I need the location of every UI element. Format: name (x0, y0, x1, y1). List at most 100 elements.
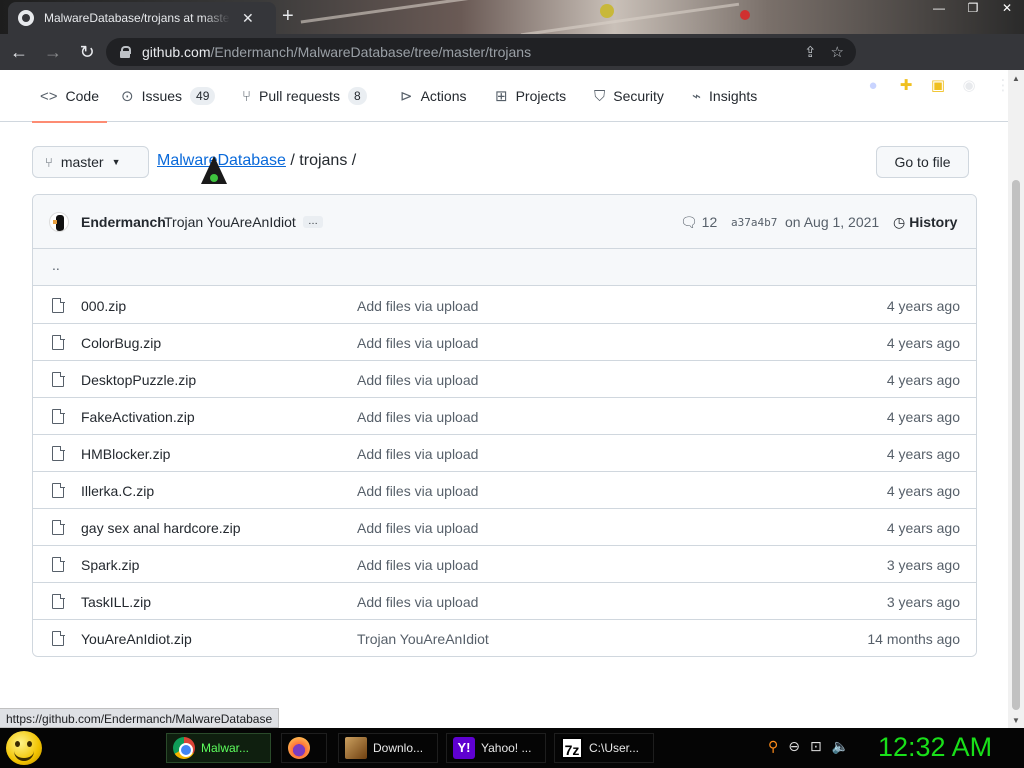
volume-tray-icon[interactable]: 🔈 (832, 738, 849, 755)
commit-sha[interactable]: a37a4b7 (731, 216, 777, 229)
file-commit-message[interactable]: Add files via upload (357, 298, 478, 314)
close-window-button[interactable]: ✕ (990, 0, 1024, 18)
file-commit-message[interactable]: Add files via upload (357, 557, 478, 573)
url-path: /Endermanch/MalwareDatabase/tree/master/… (210, 44, 532, 60)
file-name-link[interactable]: HMBlocker.zip (81, 446, 170, 462)
minimize-button[interactable]: — (922, 0, 956, 18)
taskbar-clock[interactable]: 12:32 AM (878, 732, 992, 763)
commit-author[interactable]: Endermanch (81, 214, 166, 230)
file-icon (52, 482, 65, 498)
pull-request-icon: ⑂ (242, 87, 252, 105)
forward-arrow-icon[interactable]: → (38, 37, 68, 67)
code-icon: <> (40, 87, 58, 105)
tab-title: MalwareDatabase/trojans at master (44, 11, 230, 25)
table-row[interactable]: Spark.zip Add files via upload 3 years ago (33, 546, 976, 583)
parent-directory-link[interactable]: .. (52, 257, 60, 273)
mouse-cursor-dot (210, 174, 218, 182)
file-name-link[interactable]: gay sex anal hardcore.zip (81, 520, 241, 536)
table-row[interactable]: FakeActivation.zip Add files via upload 4 … (33, 398, 976, 435)
taskbar-item-yahoo[interactable]: Y! Yahoo! ... (446, 733, 546, 763)
file-commit-message[interactable]: Trojan YouAreAnIdiot (357, 631, 489, 647)
table-row[interactable]: HMBlocker.zip Add files via upload 4 years… (33, 435, 976, 472)
tab-pull-requests[interactable]: ⑂ Pull requests 8 (242, 70, 367, 122)
scroll-thumb[interactable] (1012, 180, 1020, 710)
pulls-counter: 8 (347, 87, 367, 105)
file-name-link[interactable]: DesktopPuzzle.zip (81, 372, 196, 388)
comment-count: 12 (701, 214, 718, 230)
file-name-link[interactable]: Illerka.C.zip (81, 483, 154, 499)
bookmark-star-icon[interactable]: ☆ (831, 43, 844, 61)
network-tray-icon[interactable]: ⊡ (810, 738, 822, 755)
file-icon (52, 297, 65, 313)
avatar[interactable] (49, 212, 69, 232)
commit-message[interactable]: Trojan YouAreAnIdiot (164, 214, 296, 230)
chrome-icon (173, 737, 195, 759)
tab-projects[interactable]: ⊞ Projects (495, 70, 566, 122)
taskbar-item-downloads[interactable]: Downlo... (338, 733, 438, 763)
expand-commit-button[interactable]: … (303, 216, 323, 228)
file-name-link[interactable]: FakeActivation.zip (81, 409, 195, 425)
branch-selector[interactable]: ⑂ master ▼ (32, 146, 149, 178)
history-link[interactable]: ◷ History (893, 214, 957, 231)
table-row[interactable]: Illerka.C.zip Add files via upload 4 years… (33, 472, 976, 509)
file-age: 3 years ago (886, 557, 960, 573)
commit-comments[interactable]: 🗨 12 (680, 214, 717, 231)
restore-button[interactable]: ❐ (956, 0, 990, 18)
file-icon (52, 630, 65, 646)
table-row[interactable]: YouAreAnIdiot.zip Trojan YouAreAnIdiot 14 … (33, 620, 976, 656)
file-commit-message[interactable]: Add files via upload (357, 446, 478, 462)
repo-nav: <> Code ⊙ Issues 49 ⑂ Pull requests 8 ⊳ … (0, 70, 1008, 123)
file-name-link[interactable]: Spark.zip (81, 557, 139, 573)
tab-insights[interactable]: ⌁ Insights (692, 70, 757, 122)
breadcrumb-separator: / (347, 152, 357, 169)
scroll-up-arrow-icon[interactable]: ▲ (1012, 74, 1020, 83)
parent-directory-row[interactable]: .. (33, 249, 976, 286)
file-commit-message[interactable]: Add files via upload (357, 409, 478, 425)
tab-issues[interactable]: ⊙ Issues 49 (121, 70, 216, 122)
taskbar-item-firefox[interactable] (281, 733, 327, 763)
file-name-link[interactable]: YouAreAnIdiot.zip (81, 631, 192, 647)
page-scrollbar[interactable]: ▲ ▼ (1008, 70, 1024, 728)
tab-close-icon[interactable]: ✕ (242, 10, 254, 27)
new-tab-button[interactable]: + (282, 6, 294, 26)
browser-tab-active[interactable]: MalwareDatabase/trojans at master ✕ (8, 2, 276, 34)
file-commit-message[interactable]: Add files via upload (357, 335, 478, 351)
table-row[interactable]: ColorBug.zip Add files via upload 4 years … (33, 324, 976, 361)
search-tray-icon[interactable]: ⚲ (768, 738, 778, 755)
file-name-link[interactable]: 000.zip (81, 298, 126, 314)
omnibox-actions: ⇪ ☆ (804, 43, 844, 61)
back-arrow-icon[interactable]: ← (4, 37, 34, 67)
table-row[interactable]: TaskILL.zip Add files via upload 3 years a… (33, 583, 976, 620)
reload-icon[interactable]: ↻ (72, 37, 102, 67)
go-to-file-button[interactable]: Go to file (876, 146, 969, 178)
file-icon (52, 408, 65, 424)
tab-code[interactable]: <> Code (32, 70, 107, 123)
start-smiley-icon[interactable] (6, 731, 42, 765)
wallpaper-spot (600, 4, 614, 18)
file-commit-message[interactable]: Add files via upload (357, 594, 478, 610)
file-commit-message[interactable]: Add files via upload (357, 483, 478, 499)
table-row[interactable]: 000.zip Add files via upload 4 years ago (33, 287, 976, 324)
table-row[interactable]: gay sex anal hardcore.zip Add files via u… (33, 509, 976, 546)
file-icon (52, 556, 65, 572)
lock-icon[interactable] (120, 46, 131, 58)
graph-icon: ⌁ (692, 88, 702, 105)
breadcrumb-folder: trojans (299, 152, 348, 169)
file-commit-message[interactable]: Add files via upload (357, 372, 478, 388)
tab-security[interactable]: ⛉ Security (594, 70, 664, 122)
tab-label: Issues (141, 88, 183, 104)
file-commit-message[interactable]: Add files via upload (357, 520, 478, 536)
file-name-link[interactable]: ColorBug.zip (81, 335, 161, 351)
taskbar-item-chrome[interactable]: Malwar... (166, 733, 271, 763)
circle-tray-icon[interactable]: ⊖ (788, 738, 800, 755)
address-bar[interactable]: github.com/Endermanch/MalwareDatabase/tr… (106, 38, 856, 66)
yahoo-icon: Y! (453, 737, 475, 759)
table-row[interactable]: DesktopPuzzle.zip Add files via upload 4 y… (33, 361, 976, 398)
share-icon[interactable]: ⇪ (804, 43, 817, 61)
file-icon (52, 519, 65, 535)
tab-actions[interactable]: ⊳ Actions (400, 70, 467, 122)
file-icon (52, 593, 65, 609)
taskbar-item-7zip[interactable]: 7z C:\User... (554, 733, 654, 763)
file-name-link[interactable]: TaskILL.zip (81, 594, 151, 610)
scroll-down-arrow-icon[interactable]: ▼ (1012, 716, 1020, 725)
